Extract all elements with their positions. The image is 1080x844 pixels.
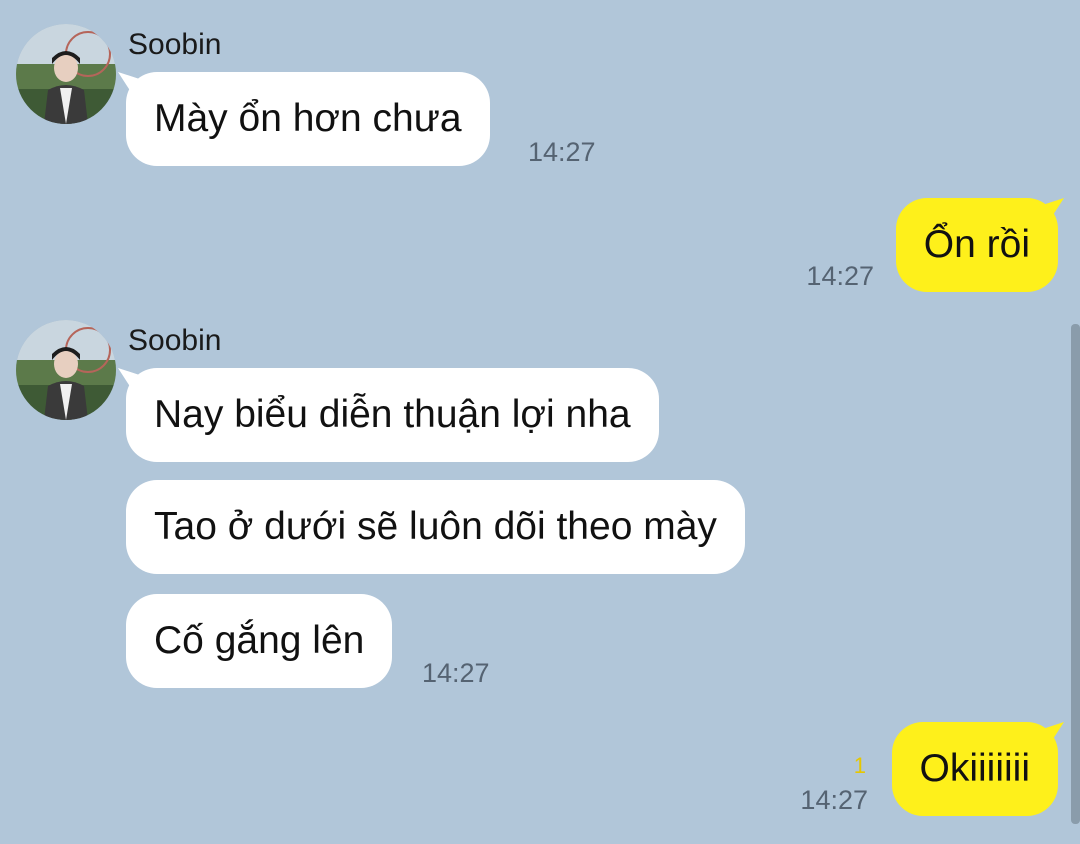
contact-avatar[interactable] (16, 320, 116, 420)
message-bubble-incoming[interactable]: Tao ở dưới sẽ luôn dõi theo mày (126, 480, 745, 574)
message-bubble-incoming[interactable]: Nay biểu diễn thuận lợi nha (126, 368, 659, 462)
message-bubble-incoming[interactable]: Cố gắng lên (126, 594, 393, 688)
scrollbar[interactable] (1071, 324, 1080, 824)
message-bubble-outgoing[interactable]: Okiiiiiii (891, 722, 1058, 816)
message-timestamp: 14:27 (528, 137, 596, 167)
sender-name: Soobin (128, 324, 222, 357)
sender-name: Soobin (128, 28, 222, 61)
message-timestamp: 14:27 (806, 261, 874, 291)
unread-count: 1 (853, 753, 866, 778)
message-bubble-incoming[interactable]: Mày ổn hơn chưa (126, 72, 490, 166)
contact-avatar[interactable] (16, 24, 116, 124)
message-bubble-outgoing[interactable]: Ổn rồi (895, 198, 1058, 292)
message-timestamp: 14:27 (800, 785, 868, 815)
message-timestamp: 14:27 (422, 658, 490, 688)
